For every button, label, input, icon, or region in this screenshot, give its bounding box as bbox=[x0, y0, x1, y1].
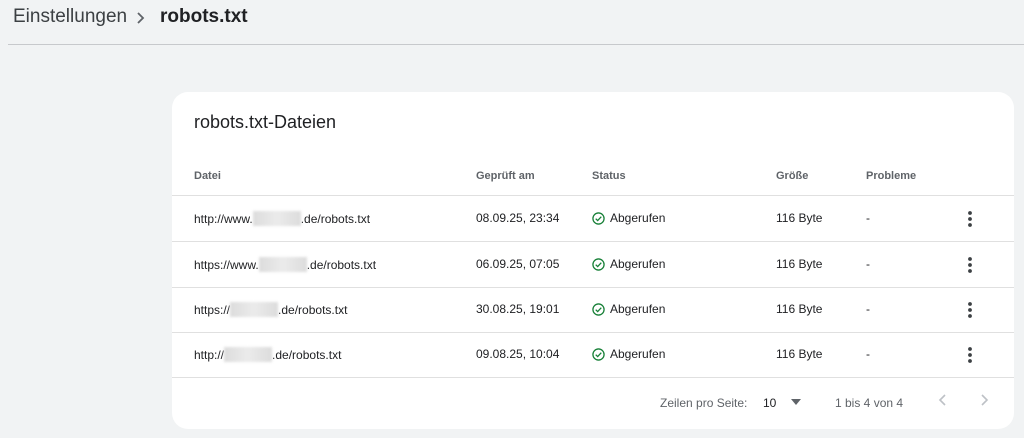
status-text: Abgerufen bbox=[610, 302, 666, 316]
url-prefix: https://www. bbox=[194, 258, 259, 272]
arrow-drop-down-icon bbox=[791, 399, 801, 405]
file-url: http:// .de/robots.txt bbox=[194, 347, 341, 362]
status-text: Abgerufen bbox=[610, 257, 666, 271]
redacted-domain bbox=[224, 347, 273, 362]
redacted-domain bbox=[252, 211, 301, 226]
file-url: https://www. .de/robots.txt bbox=[194, 257, 376, 272]
top-bar: Einstellungen robots.txt bbox=[0, 0, 1024, 44]
robots-files-card: robots.txt-Dateien Datei Geprüft am Stat… bbox=[172, 92, 1014, 429]
column-header-problems: Probleme bbox=[866, 170, 917, 182]
table-row[interactable]: https:// .de/robots.txt 30.08.25, 19:01 A… bbox=[172, 287, 1014, 333]
url-prefix: https:// bbox=[194, 303, 231, 317]
breadcrumb-settings-link[interactable]: Einstellungen bbox=[13, 6, 127, 28]
more-vert-icon[interactable] bbox=[960, 299, 980, 321]
status-cell: Abgerufen bbox=[592, 302, 665, 316]
table-row[interactable]: http://www. .de/robots.txt 08.09.25, 23:3… bbox=[172, 196, 1014, 242]
file-size: 116 Byte bbox=[776, 211, 823, 225]
chevron-right-icon[interactable] bbox=[972, 388, 996, 412]
problems: - bbox=[866, 347, 870, 361]
rows-per-page-label: Zeilen pro Seite: bbox=[660, 396, 748, 410]
checked-date: 06.09.25, 07:05 bbox=[476, 257, 560, 271]
checked-date: 09.08.25, 10:04 bbox=[476, 347, 560, 361]
checked-date: 08.09.25, 23:34 bbox=[476, 211, 560, 225]
check-circle-icon bbox=[592, 257, 605, 271]
more-vert-icon[interactable] bbox=[960, 208, 980, 230]
status-text: Abgerufen bbox=[610, 211, 666, 225]
column-header-file: Datei bbox=[194, 170, 221, 182]
card-title: robots.txt-Dateien bbox=[194, 112, 337, 132]
url-suffix: .de/robots.txt bbox=[300, 212, 371, 226]
status-cell: Abgerufen bbox=[592, 211, 665, 225]
url-prefix: http://www. bbox=[194, 212, 253, 226]
checked-date: 30.08.25, 19:01 bbox=[476, 302, 560, 316]
url-suffix: .de/robots.txt bbox=[278, 303, 348, 317]
problems: - bbox=[866, 211, 870, 225]
url-suffix: .de/robots.txt bbox=[272, 348, 342, 362]
check-circle-icon bbox=[592, 211, 605, 225]
table-row[interactable]: http:// .de/robots.txt 09.08.25, 10:04 Ab… bbox=[172, 332, 1014, 378]
pagination-range: 1 bis 4 von 4 bbox=[835, 396, 904, 410]
problems: - bbox=[866, 302, 870, 316]
check-circle-icon bbox=[592, 302, 605, 316]
table-row[interactable]: https://www. .de/robots.txt 06.09.25, 07:… bbox=[172, 242, 1014, 288]
more-vert-icon[interactable] bbox=[960, 344, 980, 366]
more-vert-icon[interactable] bbox=[960, 254, 980, 276]
chevron-right-icon bbox=[137, 12, 145, 24]
rows-per-page-value: 10 bbox=[763, 396, 777, 410]
column-header-size: Größe bbox=[776, 170, 809, 182]
status-text: Abgerufen bbox=[610, 347, 666, 361]
file-url: http://www. .de/robots.txt bbox=[194, 211, 370, 226]
url-suffix: .de/robots.txt bbox=[306, 258, 377, 272]
problems: - bbox=[866, 257, 870, 271]
redacted-domain bbox=[258, 257, 307, 272]
check-circle-icon bbox=[592, 347, 605, 361]
file-size: 116 Byte bbox=[776, 347, 823, 361]
url-prefix: http:// bbox=[194, 348, 225, 362]
page-title: robots.txt bbox=[160, 6, 248, 27]
status-cell: Abgerufen bbox=[592, 257, 665, 271]
redacted-domain bbox=[230, 302, 279, 317]
chevron-left-icon[interactable] bbox=[931, 388, 955, 412]
column-header-checked: Geprüft am bbox=[476, 170, 535, 182]
file-size: 116 Byte bbox=[776, 257, 823, 271]
column-header-status: Status bbox=[592, 170, 626, 182]
file-size: 116 Byte bbox=[776, 302, 823, 316]
file-url: https:// .de/robots.txt bbox=[194, 302, 347, 317]
header-divider bbox=[8, 44, 1024, 45]
rows-per-page-select[interactable]: 10 bbox=[758, 390, 806, 414]
status-cell: Abgerufen bbox=[592, 347, 665, 361]
